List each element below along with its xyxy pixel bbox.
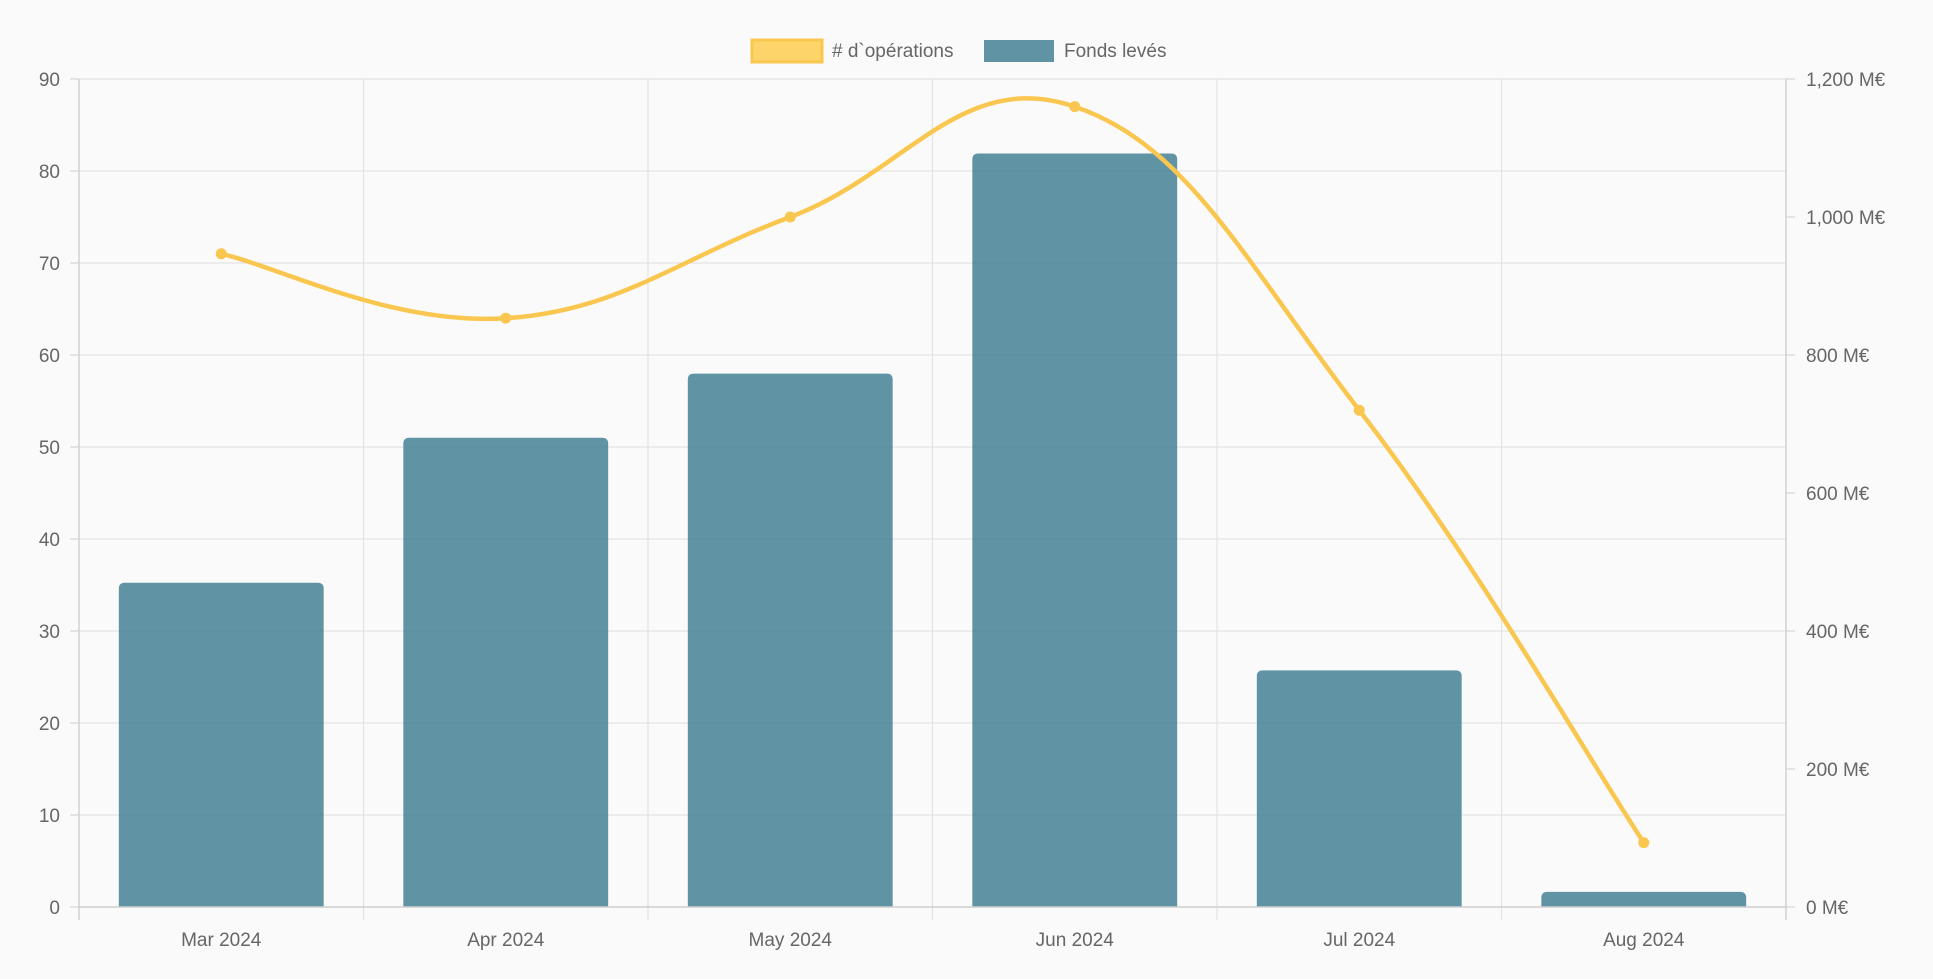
x-tick-label: Apr 2024 [467,930,545,951]
left-tick-label: 30 [39,622,60,643]
combo-chart: 0 10 20 30 40 50 60 70 80 90 0 M€ 200 M€ 400 M€ 600 M… [39,38,1886,951]
legend-label-fonds[interactable]: Fonds levés [1064,41,1166,62]
right-tick-label: 200 M€ [1806,760,1870,781]
bar-fonds-2[interactable] [687,373,893,907]
point-operations-4[interactable] [1353,404,1365,416]
bar-fonds-4[interactable] [1256,670,1462,907]
right-tick-label: 800 M€ [1806,346,1870,367]
right-tick-label: 1,000 M€ [1806,208,1886,229]
bar-fonds-1[interactable] [403,437,609,907]
right-tick-label: 600 M€ [1806,484,1870,505]
grid [78,78,1787,920]
legend-label-operations[interactable]: # d`opérations [832,41,953,62]
point-operations-0[interactable] [215,248,227,260]
left-tick-label: 10 [39,806,60,827]
legend: # d`opérations Fonds levés [750,38,1166,64]
point-operations-1[interactable] [500,312,512,324]
legend-swatch-operations[interactable] [750,38,824,64]
bar-fonds-0[interactable] [118,582,324,907]
left-tick-label: 20 [39,714,60,735]
right-tick-label: 1,200 M€ [1806,70,1886,91]
x-tick-label: Jun 2024 [1036,930,1115,951]
bar-fonds-3[interactable] [972,153,1178,907]
x-tick-label: Aug 2024 [1603,930,1685,951]
x-tick-label: May 2024 [749,930,833,951]
legend-swatch-fonds[interactable] [984,40,1054,62]
left-tick-label: 50 [39,438,60,459]
chart-container: 0 10 20 30 40 50 60 70 80 90 0 M€ 200 M€ 400 M€ 600 M… [0,0,1933,974]
point-operations-2[interactable] [784,211,796,223]
x-tick-label: Mar 2024 [181,930,262,951]
bar-fonds-5[interactable] [1541,891,1747,907]
point-operations-5[interactable] [1638,837,1650,849]
left-tick-label: 80 [39,162,60,183]
point-operations-3[interactable] [1069,101,1081,113]
left-tick-label: 0 [49,898,60,919]
x-tick-label: Jul 2024 [1323,930,1395,951]
left-tick-label: 40 [39,530,60,551]
right-tick-label: 400 M€ [1806,622,1870,643]
left-tick-label: 90 [39,70,60,91]
left-tick-label: 70 [39,254,60,275]
right-tick-label: 0 M€ [1806,898,1849,919]
left-tick-label: 60 [39,346,60,367]
